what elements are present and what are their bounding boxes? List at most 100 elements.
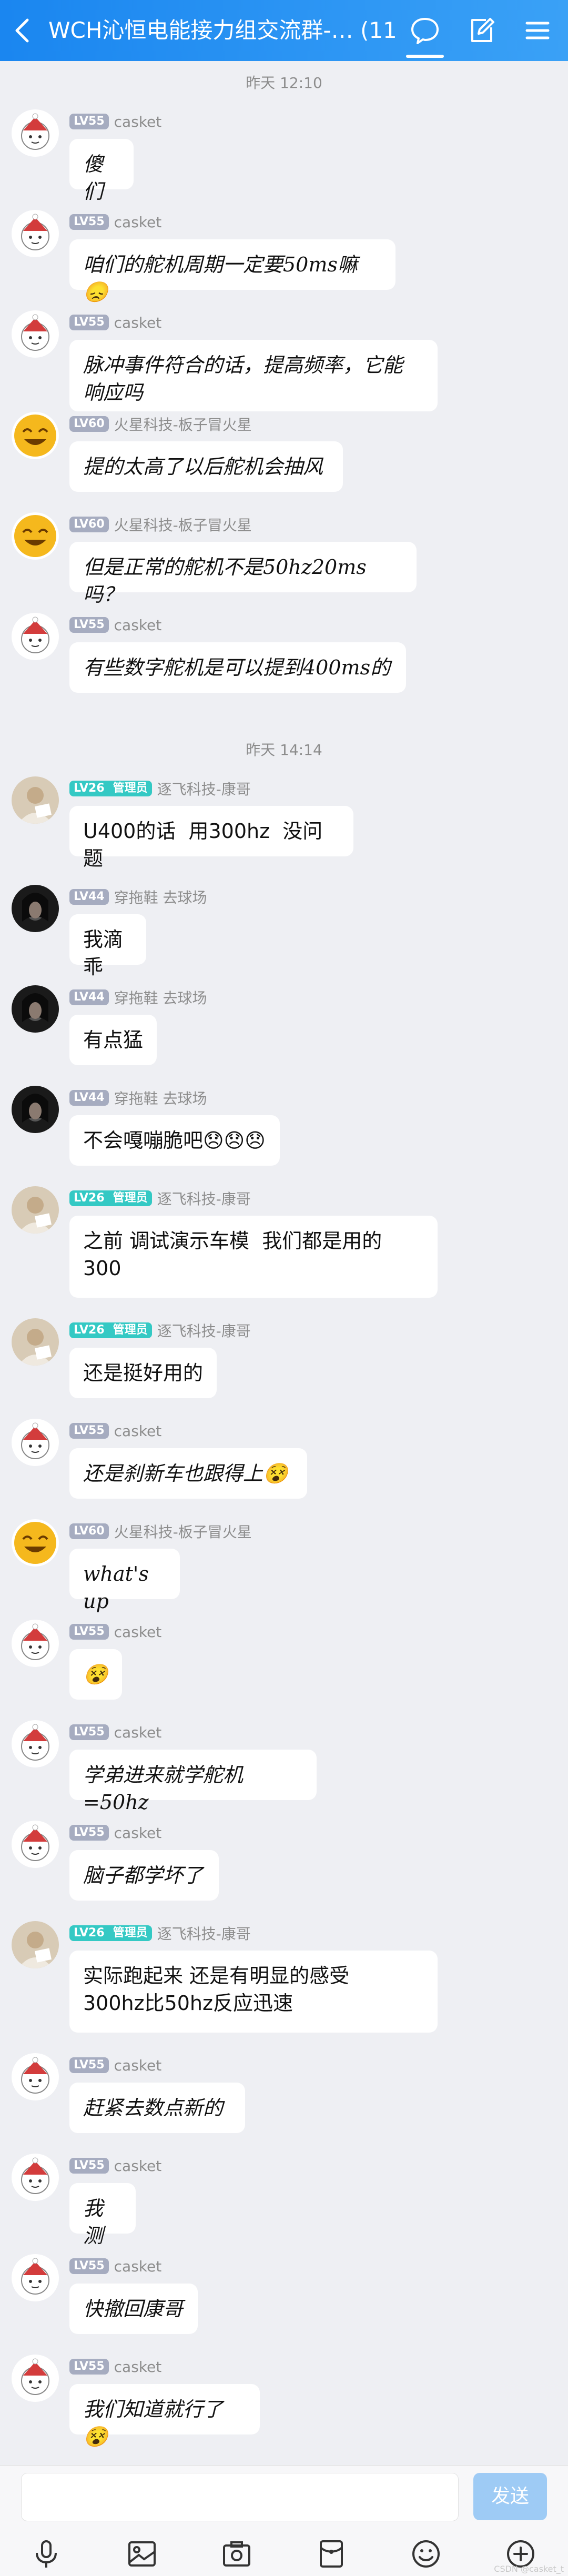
sender-meta: LV55 casket xyxy=(69,113,161,130)
member-badge: LV26 管理员 xyxy=(69,781,152,796)
sender-meta: LV60 火星科技-板子冒火星 xyxy=(69,514,252,535)
avatar[interactable] xyxy=(12,1318,59,1366)
sender-name[interactable]: casket xyxy=(114,2258,162,2275)
message-bubble[interactable]: 我滴乖 xyxy=(69,914,146,978)
message-input[interactable] xyxy=(21,2473,459,2521)
chat-bubble-icon[interactable] xyxy=(408,14,442,47)
level-badge: LV55 xyxy=(69,2158,109,2174)
sender-meta: LV55 casket xyxy=(69,2358,161,2376)
member-badge: LV55 xyxy=(69,2057,109,2073)
message-row: LV55 casket 傻们 xyxy=(0,109,568,203)
admin-badge: 管理员 xyxy=(108,781,152,796)
message-bubble[interactable]: 提的太高了以后舵机会抽风 xyxy=(69,441,343,492)
message-bubble[interactable]: 傻们 xyxy=(69,139,134,203)
sender-name[interactable]: 逐飞科技-康哥 xyxy=(157,1188,251,1209)
avatar[interactable] xyxy=(12,1186,59,1234)
sender-meta: LV44 穿拖鞋 去球场 xyxy=(69,987,207,1008)
sender-name[interactable]: 穿拖鞋 去球场 xyxy=(114,987,207,1008)
sender-name[interactable]: 火星科技-板子冒火星 xyxy=(114,1521,252,1542)
sender-name[interactable]: 火星科技-板子冒火星 xyxy=(114,514,252,535)
message-bubble[interactable]: 不会嘎嘣脆吧😞😞😞 xyxy=(69,1115,280,1166)
red-packet-icon[interactable] xyxy=(315,2537,348,2571)
message-bubble[interactable]: 脑子都学坏了 xyxy=(69,1850,219,1901)
sender-name[interactable]: 穿拖鞋 去球场 xyxy=(114,1087,207,1108)
member-badge: LV55 xyxy=(69,2158,109,2174)
edit-icon[interactable] xyxy=(465,14,499,47)
message-bubble[interactable]: U400的话 用300hz 没问题 xyxy=(69,806,353,870)
sender-name[interactable]: 逐飞科技-康哥 xyxy=(157,778,251,799)
sender-name[interactable]: 穿拖鞋 去球场 xyxy=(114,886,207,907)
chat-title[interactable]: WCH沁恒电能接力组交流群-… (1153) xyxy=(48,17,395,44)
message-bubble[interactable]: 学弟进来就学舵机=50hz xyxy=(69,1750,317,1814)
sender-name[interactable]: casket xyxy=(114,113,162,130)
message-bubble[interactable]: 😵 xyxy=(69,1649,122,1700)
avatar[interactable] xyxy=(12,512,59,560)
message-bubble[interactable]: 实际跑起来 还是有明显的感受 300hz比50hz反应迅速 xyxy=(69,1951,438,2033)
message-bubble[interactable]: 之前 调试演示车模 我们都是用的 300 xyxy=(69,1216,438,1298)
member-badge: LV55 xyxy=(69,2359,109,2375)
sender-name[interactable]: casket xyxy=(114,1724,162,1741)
message-bubble[interactable]: 有些数字舵机是可以提到400ms的 xyxy=(69,642,406,693)
sender-name[interactable]: 逐飞科技-康哥 xyxy=(157,1320,251,1341)
avatar[interactable] xyxy=(12,109,59,157)
avatar[interactable] xyxy=(12,776,59,824)
avatar[interactable] xyxy=(12,210,59,257)
message-row: LV44 穿拖鞋 去球场有点猛 xyxy=(0,985,568,1073)
sender-meta: LV55 casket xyxy=(69,1422,161,1440)
message-row: LV26 管理员 逐飞科技-康哥 U400的话 用300hz 没问题 xyxy=(0,776,568,870)
message-list[interactable]: 昨天 12:10 昨天 14:14 LV55 casket 傻们 LV55 casket… xyxy=(0,61,568,2465)
message-bubble[interactable]: 我们知道就行了😵 xyxy=(69,2384,260,2448)
sender-meta: LV55 casket xyxy=(69,2257,161,2275)
message-bubble[interactable]: 赶紧去数点新的 xyxy=(69,2083,245,2133)
message-row: LV55 casket 脑子都学坏了 xyxy=(0,1821,568,1908)
message-row: LV26 管理员 逐飞科技-康哥 实际跑起来 还是有明显的感受 300hz比50hz反… xyxy=(0,1921,568,2040)
message-bubble[interactable]: 但是正常的舵机不是50hz20ms吗？ xyxy=(69,542,417,606)
sender-name[interactable]: 逐飞科技-康哥 xyxy=(157,1923,251,1944)
message-bubble[interactable]: 还是刹新车也跟得上😵 xyxy=(69,1448,307,1499)
image-icon[interactable] xyxy=(125,2537,159,2571)
microphone-icon[interactable] xyxy=(29,2537,63,2571)
sender-name[interactable]: casket xyxy=(114,2358,162,2376)
avatar[interactable] xyxy=(12,2254,59,2301)
avatar[interactable] xyxy=(12,310,59,358)
message-bubble[interactable]: 咱们的舵机周期一定要50ms嘛😞 xyxy=(69,239,395,304)
camera-icon[interactable] xyxy=(220,2537,253,2571)
avatar[interactable] xyxy=(12,2154,59,2201)
menu-icon[interactable] xyxy=(521,14,554,47)
avatar[interactable] xyxy=(12,412,59,459)
emoji-icon[interactable] xyxy=(409,2537,443,2571)
avatar[interactable] xyxy=(12,2053,59,2100)
sender-name[interactable]: 火星科技-板子冒火星 xyxy=(114,413,252,435)
avatar[interactable] xyxy=(12,1419,59,1466)
message-bubble[interactable]: what's up xyxy=(69,1549,180,1613)
sender-name[interactable]: casket xyxy=(114,1623,162,1641)
avatar[interactable] xyxy=(12,885,59,932)
sender-name[interactable]: casket xyxy=(114,617,162,634)
avatar[interactable] xyxy=(12,1921,59,1968)
sender-name[interactable]: casket xyxy=(114,214,162,231)
sender-name[interactable]: casket xyxy=(114,2157,162,2175)
message-bubble[interactable]: 我测 xyxy=(69,2183,136,2247)
send-button[interactable]: 发送 xyxy=(473,2473,547,2520)
avatar[interactable] xyxy=(12,1821,59,1868)
message-bubble[interactable]: 还是挺好用的 xyxy=(69,1348,217,1398)
sender-name[interactable]: casket xyxy=(114,1824,162,1842)
avatar[interactable] xyxy=(12,1086,59,1133)
sender-name[interactable]: casket xyxy=(114,314,162,331)
message-bubble[interactable]: 快撤回康哥 xyxy=(69,2284,198,2334)
avatar[interactable] xyxy=(12,985,59,1033)
avatar[interactable] xyxy=(12,613,59,660)
message-bubble[interactable]: 有点猛 xyxy=(69,1015,157,1065)
message-bubble[interactable]: 脉冲事件符合的话，提高频率，它能 响应吗 xyxy=(69,340,438,411)
sender-name[interactable]: casket xyxy=(114,1422,162,1440)
chevron-left-icon[interactable] xyxy=(12,16,33,45)
level-badge: LV44 xyxy=(69,889,109,905)
avatar[interactable] xyxy=(12,1519,59,1567)
message-row: LV60 火星科技-板子冒火星 what's up xyxy=(0,1519,568,1613)
message-row: LV55 casket 快撤回康哥 xyxy=(0,2254,568,2341)
avatar[interactable] xyxy=(12,1720,59,1767)
avatar[interactable] xyxy=(12,2355,59,2402)
member-badge: LV55 xyxy=(69,114,109,129)
sender-name[interactable]: casket xyxy=(114,2057,162,2074)
avatar[interactable] xyxy=(12,1620,59,1667)
